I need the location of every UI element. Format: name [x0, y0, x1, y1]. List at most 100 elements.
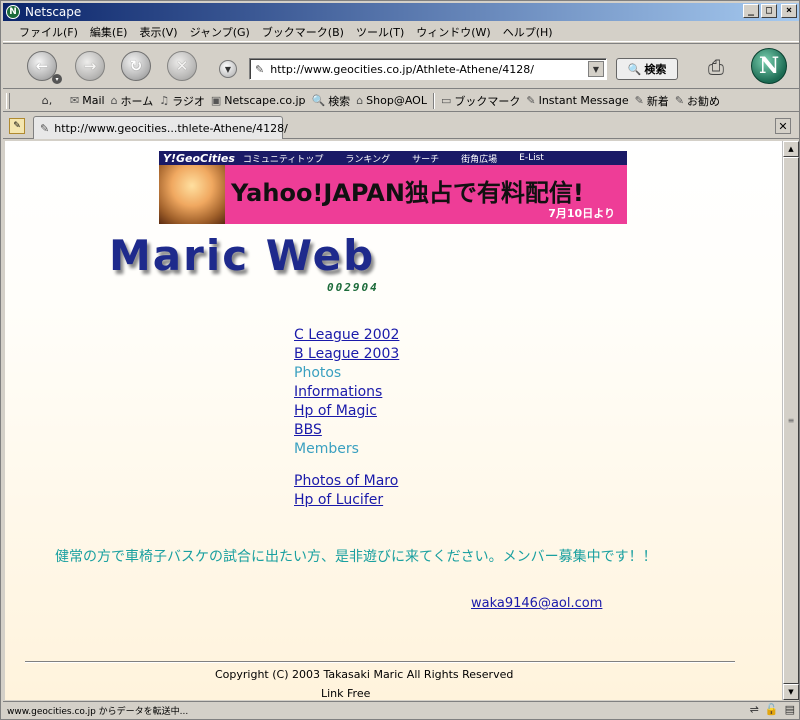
banner-nav-ranking[interactable]: ランキング: [345, 152, 390, 165]
headphones-icon: ♫: [159, 94, 170, 107]
personal-item-label: Shop@AOL: [366, 94, 427, 107]
banner-date: 7月10日より: [548, 207, 615, 220]
scroll-up-icon[interactable]: ▲: [783, 141, 799, 157]
link-c-league-2002[interactable]: C League 2002: [294, 327, 399, 346]
footer-divider: [25, 661, 735, 663]
online-status-icon[interactable]: ⇌: [750, 703, 759, 716]
personal-toolbar: ⌂, ✉ Mail ⌂ ホーム ♫ ラジオ ▣ Netscape.co.jp 🔍 検索 ⌂…: [3, 90, 799, 112]
banner-nav-elist[interactable]: E-List: [519, 153, 544, 163]
print-icon[interactable]: ⎙: [700, 54, 732, 80]
link-informations[interactable]: Informations: [294, 384, 399, 403]
personal-item-label: ホーム: [120, 94, 154, 108]
link-hp-of-magic[interactable]: Hp of Magic: [294, 403, 399, 422]
toolbar-grip[interactable]: [6, 92, 10, 109]
link-hp-of-lucifer[interactable]: Hp of Lucifer: [294, 492, 399, 511]
page-proxy-icon[interactable]: ✎: [255, 63, 264, 76]
bookmark-icon: ✎: [674, 94, 685, 107]
status-text: www.geocities.co.jp からデータを転送中...: [7, 707, 189, 717]
back-history-dropdown-icon[interactable]: ▾: [52, 74, 62, 84]
stop-icon: ✕: [175, 57, 189, 75]
reload-icon: ↻: [129, 57, 143, 75]
menu-edit[interactable]: 編集(E): [90, 24, 128, 40]
copyright-text: Copyright (C) 2003 Takasaki Maric All Ri…: [215, 668, 514, 681]
personal-item-radio[interactable]: ♫ ラジオ: [159, 93, 205, 109]
link-free-text: Link Free: [321, 687, 371, 700]
minimize-icon[interactable]: _: [743, 4, 759, 18]
visit-counter: 002904: [327, 281, 379, 294]
scroll-down-icon[interactable]: ▼: [783, 684, 799, 700]
back-button[interactable]: ← ▾: [27, 51, 62, 84]
personal-item-instant-message[interactable]: ✎ Instant Message: [526, 94, 628, 107]
personal-item-mail[interactable]: ✉ Mail: [70, 94, 105, 107]
personal-item-search[interactable]: 🔍 検索: [311, 93, 350, 109]
menu-go[interactable]: ジャンプ(G): [190, 24, 250, 40]
mail-icon: ✉: [70, 94, 80, 107]
banner-nav-plaza[interactable]: 街角広場: [461, 152, 497, 165]
menu-file[interactable]: ファイル(F): [19, 24, 78, 40]
personal-item-shop[interactable]: ⌂ Shop@AOL: [356, 94, 427, 107]
page-icon: ✎: [40, 121, 50, 135]
personal-item-label: 検索: [328, 94, 351, 108]
personal-item-label: ブックマーク: [454, 94, 521, 108]
link-photos-of-maro[interactable]: Photos of Maro: [294, 473, 399, 492]
reload-button[interactable]: ↻: [121, 51, 151, 81]
new-tab-icon[interactable]: ⌂,: [30, 92, 64, 110]
home-icon: ⌂: [110, 94, 118, 107]
open-new-tab-icon[interactable]: ✎: [9, 118, 25, 134]
close-icon[interactable]: ×: [781, 4, 797, 18]
search-button-label: 検索: [644, 63, 667, 76]
component-bar-icon[interactable]: ▤: [785, 703, 795, 716]
search-button[interactable]: 🔍 検索: [616, 58, 678, 80]
search-icon: 🔍: [311, 94, 326, 107]
url-bar[interactable]: ✎ http://www.geocities.co.jp/Athlete-Ath…: [249, 58, 607, 80]
personal-item-home[interactable]: ⌂ ホーム: [111, 93, 154, 109]
history-dropdown-icon[interactable]: ▼: [219, 60, 237, 78]
tab-title: http://www.geocities...thlete-Athene/412…: [54, 121, 288, 135]
navigation-toolbar: ← ▾ → ↻ ✕ ▼ ✎ http://www.geocities.co.jp…: [3, 43, 799, 89]
banner-nav-search[interactable]: サーチ: [412, 152, 439, 165]
bookmark-icon: ✎: [634, 94, 644, 107]
menu-window[interactable]: ウィンドウ(W): [416, 24, 490, 40]
back-arrow-icon: ←: [35, 57, 49, 75]
title-bar: N Netscape _ □ ×: [3, 3, 799, 21]
personal-item-label: 新着: [646, 94, 669, 108]
email-link[interactable]: waka9146@aol.com: [471, 596, 602, 611]
forward-arrow-icon: →: [83, 57, 97, 75]
link-bbs[interactable]: BBS: [294, 422, 399, 441]
personal-item-recommended[interactable]: ✎ お勧め: [675, 93, 720, 109]
banner-photo: [159, 165, 225, 224]
menu-view[interactable]: 表示(V): [139, 24, 177, 40]
menu-bookmarks[interactable]: ブックマーク(B): [262, 24, 344, 40]
personal-item-netscape[interactable]: ▣ Netscape.co.jp: [211, 94, 306, 107]
security-lock-icon[interactable]: 🔓: [765, 703, 779, 716]
banner-headline: Yahoo!JAPAN独占で有料配信!: [231, 179, 584, 207]
maximize-icon[interactable]: □: [761, 4, 777, 18]
label-members: Members: [294, 441, 359, 457]
window-title: Netscape: [25, 5, 82, 19]
geocities-logo[interactable]: Y!GeoCities: [163, 152, 235, 165]
url-text[interactable]: http://www.geocities.co.jp/Athlete-Athen…: [270, 63, 588, 76]
netscape-app-icon: N: [6, 5, 20, 19]
magnifier-icon: 🔍: [627, 62, 642, 76]
netscape-logo-icon[interactable]: N: [751, 48, 787, 84]
site-title: Maric Web: [109, 231, 376, 280]
toolbar-separator: [432, 92, 435, 109]
tab-current[interactable]: ✎ http://www.geocities...thlete-Athene/4…: [33, 116, 288, 139]
menu-help[interactable]: ヘルプ(H): [503, 24, 553, 40]
forward-button[interactable]: →: [75, 51, 105, 81]
url-dropdown-icon[interactable]: ▼: [588, 61, 604, 77]
vertical-scrollbar[interactable]: ▲ ≡ ▼: [782, 141, 799, 700]
personal-item-label: Instant Message: [538, 94, 629, 107]
personal-item-bookmarks[interactable]: ▭ ブックマーク: [441, 93, 520, 109]
site-menu: C League 2002 B League 2003 Photos Infor…: [294, 327, 399, 511]
ad-banner[interactable]: Y!GeoCities コミュニティトップ ランキング サーチ 街角広場 E-L…: [159, 151, 627, 224]
stop-button[interactable]: ✕: [167, 51, 197, 81]
scroll-thumb[interactable]: ≡: [783, 157, 799, 684]
personal-item-new[interactable]: ✎ 新着: [635, 93, 669, 109]
link-b-league-2003[interactable]: B League 2003: [294, 346, 399, 365]
banner-nav-community[interactable]: コミュニティトップ: [243, 152, 323, 165]
menu-bar: ファイル(F) 編集(E) 表示(V) ジャンプ(G) ブックマーク(B) ツー…: [3, 22, 799, 42]
close-tab-icon[interactable]: ✕: [775, 118, 791, 134]
menu-tools[interactable]: ツール(T): [356, 24, 404, 40]
menu-gap: [294, 460, 399, 473]
